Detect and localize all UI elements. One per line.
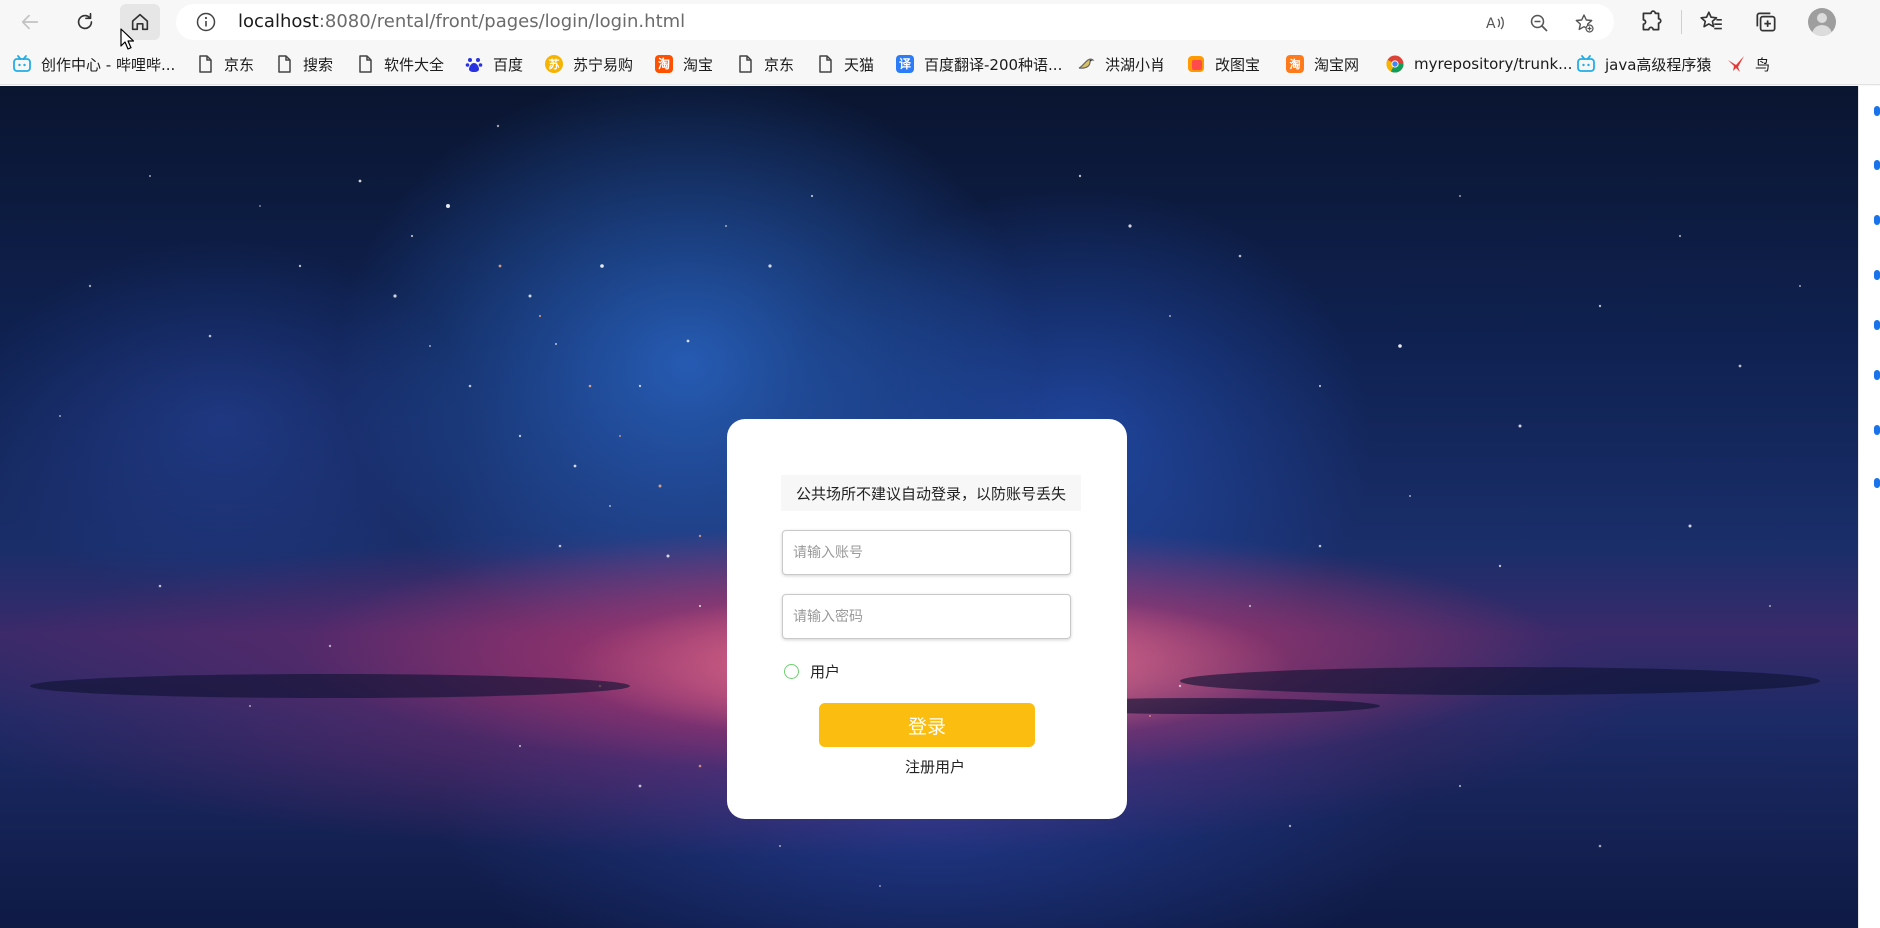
login-card: 公共场所不建议自动登录，以防账号丢失 用户 登录 注册用户 xyxy=(727,419,1127,819)
bookmark-item[interactable]: 鸟 xyxy=(1726,52,1770,76)
auto-login-notice: 公共场所不建议自动登录，以防账号丢失 xyxy=(781,475,1081,511)
url-host: localhost xyxy=(238,11,319,32)
bookmark-label: 百度翻译-200种语... xyxy=(924,55,1063,74)
mouse-cursor-icon xyxy=(120,28,134,50)
taobao-icon: 淘 xyxy=(654,54,674,74)
bookmark-label: 鸟 xyxy=(1755,55,1771,74)
bookmark-item[interactable]: 京东 xyxy=(735,52,794,76)
side-panel-icon[interactable] xyxy=(1874,106,1880,116)
baidu-paw-icon xyxy=(464,54,484,74)
bird-red-icon xyxy=(1726,54,1746,74)
bookmark-item[interactable]: java高级程序猿 xyxy=(1576,52,1711,76)
bookmark-item[interactable]: 搜索 xyxy=(274,52,333,76)
back-arrow-icon xyxy=(21,14,39,30)
refresh-button[interactable] xyxy=(65,4,105,40)
address-bar[interactable]: localhost:8080/rental/front/pages/login/… xyxy=(176,4,1614,40)
collections-icon[interactable] xyxy=(1753,9,1779,35)
side-panel-icon[interactable] xyxy=(1874,478,1880,488)
bookmark-label: java高级程序猿 xyxy=(1605,55,1712,74)
bookmark-item[interactable]: 软件大全 xyxy=(355,52,444,76)
back-button[interactable] xyxy=(10,4,50,40)
user-role-label: 用户 xyxy=(810,662,841,681)
bookmarks-bar: 创作中心 - 哔哩哔... 京东 搜索 软件大全 百度 苏 苏宁易购 淘 淘宝 … xyxy=(0,43,1880,85)
side-panel-icon[interactable] xyxy=(1874,215,1880,225)
radio-circle[interactable] xyxy=(784,663,799,679)
page-icon xyxy=(274,54,294,74)
bookmark-label: 淘宝网 xyxy=(1314,55,1360,74)
bookmark-item[interactable]: 译 百度翻译-200种语... xyxy=(895,52,1062,76)
bookmark-label: 淘宝 xyxy=(683,55,714,74)
bookmark-label: 京东 xyxy=(764,55,795,74)
bookmark-label: 京东 xyxy=(224,55,255,74)
page-icon xyxy=(195,54,215,74)
side-panel-icon[interactable] xyxy=(1874,370,1880,380)
side-panel-icon[interactable] xyxy=(1874,270,1880,280)
bookmark-label: 百度 xyxy=(493,55,524,74)
read-aloud-icon[interactable]: A xyxy=(1485,13,1505,33)
bookmark-item[interactable]: myrepository/trunk... xyxy=(1385,52,1572,76)
bookmark-label: 苏宁易购 xyxy=(573,55,634,74)
bookmark-item[interactable]: 淘 淘宝 xyxy=(654,52,713,76)
url-text[interactable]: localhost:8080/rental/front/pages/login/… xyxy=(238,12,685,32)
bookmark-label: 创作中心 - 哔哩哔... xyxy=(41,55,176,74)
url-path: :8080/rental/front/pages/login/login.htm… xyxy=(318,11,686,32)
register-link[interactable]: 注册用户 xyxy=(727,756,1143,777)
site-info-icon[interactable] xyxy=(196,12,216,32)
bilibili-icon xyxy=(12,54,32,74)
gaitubao-icon xyxy=(1186,54,1206,74)
page-icon xyxy=(735,54,755,74)
zoom-out-icon[interactable] xyxy=(1529,13,1549,33)
chrome-icon xyxy=(1385,54,1405,74)
login-button[interactable]: 登录 xyxy=(819,703,1035,747)
svg-text:A: A xyxy=(1486,16,1496,32)
bookmark-item[interactable]: 洪湖小肖 xyxy=(1076,52,1165,76)
extensions-icon[interactable] xyxy=(1638,9,1664,35)
taobao-icon: 淘 xyxy=(1285,54,1305,74)
bookmark-item[interactable]: 苏 苏宁易购 xyxy=(544,52,633,76)
bookmark-item[interactable]: 百度 xyxy=(464,52,523,76)
bookmark-label: myrepository/trunk... xyxy=(1414,55,1573,73)
refresh-icon xyxy=(77,12,93,30)
side-panel-icon[interactable] xyxy=(1874,160,1880,170)
bookmark-item[interactable]: 创作中心 - 哔哩哔... xyxy=(12,52,175,76)
toolbar-separator xyxy=(1681,10,1682,34)
account-input[interactable] xyxy=(782,530,1071,575)
add-favorite-icon[interactable] xyxy=(1574,13,1594,33)
page-icon xyxy=(815,54,835,74)
browser-toolbar: localhost:8080/rental/front/pages/login/… xyxy=(0,0,1880,43)
bookmark-item[interactable]: 改图宝 xyxy=(1186,52,1260,76)
profile-avatar-icon[interactable] xyxy=(1808,8,1836,36)
baidu-translate-icon: 译 xyxy=(895,54,915,74)
bookmark-item[interactable]: 天猫 xyxy=(815,52,874,76)
side-panel-icon[interactable] xyxy=(1874,320,1880,330)
login-page-background: 公共场所不建议自动登录，以防账号丢失 用户 登录 注册用户 xyxy=(0,86,1858,928)
bird-icon xyxy=(1076,54,1096,74)
bookmark-item[interactable]: 淘 淘宝网 xyxy=(1285,52,1359,76)
bookmark-label: 洪湖小肖 xyxy=(1105,55,1166,74)
side-panel-strip xyxy=(1858,86,1880,928)
bookmark-label: 改图宝 xyxy=(1215,55,1261,74)
bookmark-label: 天猫 xyxy=(844,55,875,74)
bilibili-icon xyxy=(1576,54,1596,74)
side-panel-icon[interactable] xyxy=(1874,425,1880,435)
user-role-radio[interactable]: 用户 xyxy=(784,660,840,682)
bookmark-label: 软件大全 xyxy=(384,55,445,74)
suning-icon: 苏 xyxy=(544,54,564,74)
bookmark-label: 搜索 xyxy=(303,55,334,74)
password-input[interactable] xyxy=(782,594,1071,639)
bookmark-item[interactable]: 京东 xyxy=(195,52,254,76)
favorites-icon[interactable] xyxy=(1698,9,1724,35)
page-icon xyxy=(355,54,375,74)
